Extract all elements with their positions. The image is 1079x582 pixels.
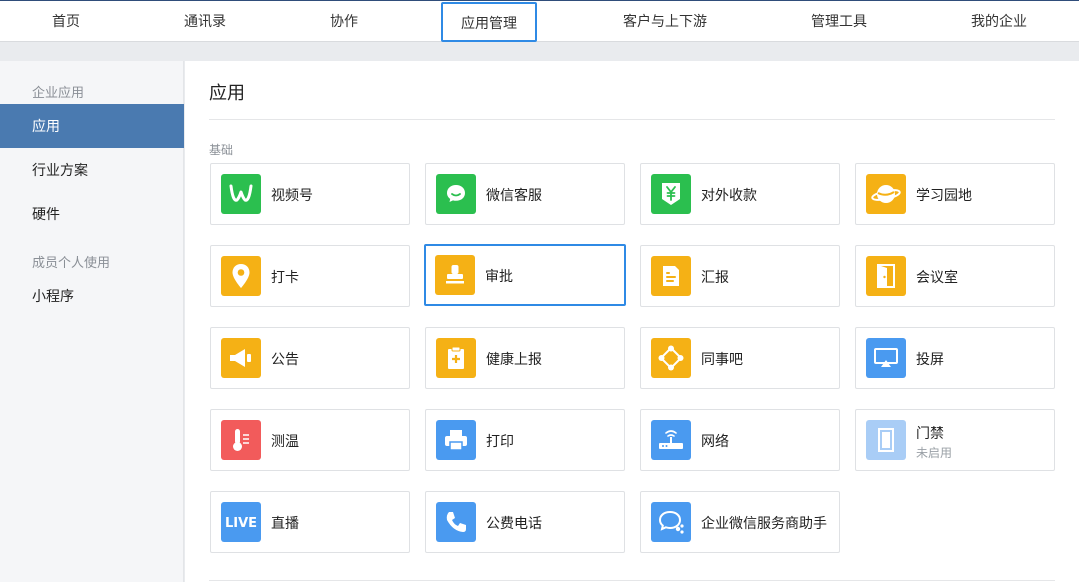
app-name: 网络 [701,433,729,449]
network-nodes-icon [651,338,691,378]
app-card-live[interactable]: LIVE 直播 [210,491,410,553]
nav-customers[interactable]: 客户与上下游 [605,2,725,42]
app-card-payment[interactable]: 对外收款 [640,163,840,225]
bottom-divider [209,580,1055,581]
live-icon: LIVE [221,502,261,542]
phone-icon [436,502,476,542]
nav-admin-tools[interactable]: 管理工具 [789,2,889,42]
app-name: 门禁 [916,425,944,441]
thermometer-icon [221,420,261,460]
app-card-wechat-service[interactable]: 微信客服 [425,163,625,225]
app-card-report[interactable]: 汇报 [640,245,840,307]
app-card-checkin[interactable]: 打卡 [210,245,410,307]
top-nav: 首页 通讯录 协作 应用管理 客户与上下游 管理工具 我的企业 [0,0,1079,42]
access-door-icon [866,420,906,460]
report-icon [651,256,691,296]
app-card-health-report[interactable]: 健康上报 [425,327,625,389]
sidebar-group-enterprise-apps: 企业应用 [32,85,85,100]
app-name: 测温 [271,433,299,449]
sidebar-item-apps[interactable]: 应用 [0,104,184,148]
channels-icon [221,174,261,214]
nav-my-company[interactable]: 我的企业 [949,2,1049,42]
sidebar-item-hardware[interactable]: 硬件 [0,192,184,236]
app-status: 未启用 [916,446,953,460]
svg-text:LIVE: LIVE [225,516,257,530]
app-card-network[interactable]: 网络 [640,409,840,471]
app-name: 汇报 [701,269,729,285]
app-card-learning[interactable]: 学习园地 [855,163,1055,225]
app-card-print[interactable]: 打印 [425,409,625,471]
app-card-announcement[interactable]: 公告 [210,327,410,389]
app-card-colleagues[interactable]: 同事吧 [640,327,840,389]
app-name: 打印 [486,433,514,449]
page-title: 应用 [209,83,245,103]
app-name: 健康上报 [486,351,542,367]
app-card-channels[interactable]: 视频号 [210,163,410,225]
app-card-service-assistant[interactable]: 企业微信服务商助手 [640,491,840,553]
sidebar: 企业应用 应用 行业方案 硬件 成员个人使用 小程序 [0,61,184,582]
nav-contacts[interactable]: 通讯录 [155,2,255,42]
app-name: 打卡 [271,269,299,285]
nav-collaboration[interactable]: 协作 [294,2,394,42]
main-panel: 应用 基础 视频号 微信客服 对外收款 学习园地 打卡 审批 汇报 会议室 公告… [185,61,1079,582]
planet-icon [866,174,906,214]
app-card-meeting-room[interactable]: 会议室 [855,245,1055,307]
door-icon [866,256,906,296]
app-name: 视频号 [271,187,313,203]
app-name: 会议室 [916,269,958,285]
router-icon [651,420,691,460]
app-name: 公费电话 [486,515,542,531]
app-name: 微信客服 [486,187,542,203]
nav-home[interactable]: 首页 [16,2,116,42]
app-card-approval[interactable]: 审批 [424,244,626,306]
yuan-payment-icon [651,174,691,214]
location-pin-icon [221,256,261,296]
health-report-icon [436,338,476,378]
app-name: 直播 [271,515,299,531]
app-card-temperature[interactable]: 测温 [210,409,410,471]
app-card-screen-cast[interactable]: 投屏 [855,327,1055,389]
wechat-service-icon [436,174,476,214]
app-name: 投屏 [916,351,944,367]
stamp-icon [435,255,475,295]
app-card-access-control[interactable]: 门禁 未启用 [855,409,1055,471]
sidebar-group-personal-use: 成员个人使用 [32,255,111,270]
sidebar-item-mini-programs[interactable]: 小程序 [0,274,184,318]
app-name: 学习园地 [916,187,972,203]
service-assistant-icon [651,502,691,542]
app-name: 审批 [485,268,513,284]
app-name: 同事吧 [701,351,743,367]
nav-app-management[interactable]: 应用管理 [441,2,537,42]
app-name: 企业微信服务商助手 [701,515,827,531]
megaphone-icon [221,338,261,378]
sidebar-item-industry-solutions[interactable]: 行业方案 [0,148,184,192]
app-card-public-phone[interactable]: 公费电话 [425,491,625,553]
title-divider [209,119,1055,120]
screen-cast-icon [866,338,906,378]
app-name: 公告 [271,351,299,367]
app-name: 对外收款 [701,187,757,203]
printer-icon [436,420,476,460]
section-label-basic: 基础 [209,143,234,157]
